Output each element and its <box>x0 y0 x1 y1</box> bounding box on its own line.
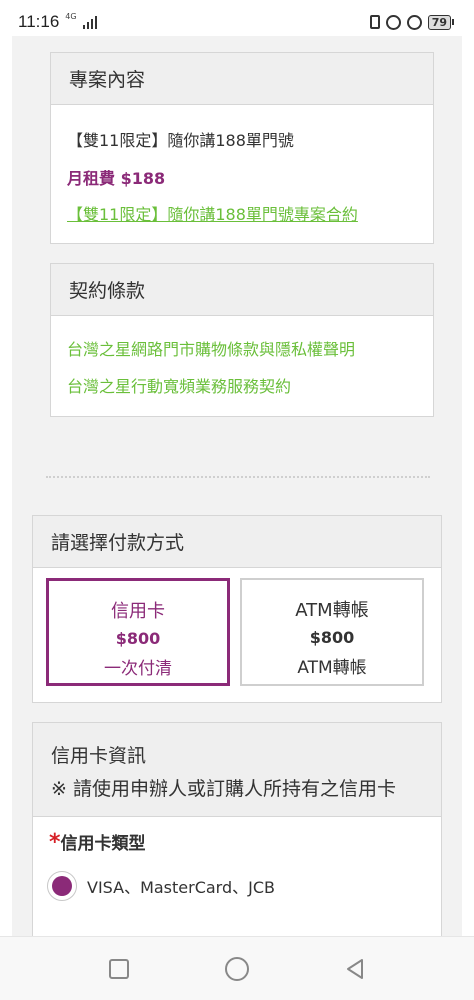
required-mark: * <box>49 830 61 855</box>
card-type-label-text: 信用卡類型 <box>60 834 146 854</box>
credit-card-info-box: 信用卡資訊 ※ 請使用申辦人或訂購人所持有之信用卡 *信用卡類型 VISA、Ma… <box>32 722 442 952</box>
section-divider <box>46 476 430 478</box>
lock-rotation-icon <box>385 14 401 30</box>
option-title: 信用卡 <box>111 601 165 622</box>
card-type-option[interactable]: VISA、MasterCard、JCB <box>47 871 275 901</box>
radio-button[interactable] <box>47 871 77 901</box>
navigation-bar <box>0 936 474 1000</box>
alarm-icon <box>406 14 422 30</box>
option-subtitle: 一次付清 <box>104 659 172 679</box>
home-icon[interactable] <box>217 949 257 989</box>
back-icon[interactable] <box>335 949 375 989</box>
payment-method-title: 請選擇付款方式 <box>33 516 441 568</box>
status-left: 11:16 4G <box>18 11 98 32</box>
contract-terms-title: 契約條款 <box>51 264 433 316</box>
project-contract-link[interactable]: 【雙11限定】隨你講188單門號專案合約 <box>67 201 358 225</box>
credit-card-info-header: 信用卡資訊 ※ 請使用申辦人或訂購人所持有之信用卡 <box>33 723 441 817</box>
option-price: $800 <box>115 629 161 648</box>
vibrate-icon <box>369 15 380 29</box>
battery-level: 79 <box>427 14 451 30</box>
credit-card-note: ※ 請使用申辦人或訂購人所持有之信用卡 <box>51 778 396 800</box>
option-price: $800 <box>309 628 355 647</box>
credit-card-info-title: 信用卡資訊 <box>51 745 147 767</box>
card-type-option-label: VISA、MasterCard、JCB <box>87 878 276 897</box>
option-title: ATM轉帳 <box>295 600 369 621</box>
project-content-title: 專案內容 <box>51 53 433 105</box>
status-right: 79 <box>369 14 454 30</box>
status-time: 11:16 <box>18 12 60 31</box>
broadband-service-contract-link[interactable]: 台灣之星行動寬頻業務服務契約 <box>67 373 291 397</box>
option-subtitle: ATM轉帳 <box>297 658 367 678</box>
payment-option-credit-card[interactable]: 信用卡 $800 一次付清 <box>46 578 230 686</box>
signal-icon <box>82 15 98 29</box>
shopping-terms-privacy-link[interactable]: 台灣之星網路門市購物條款與隱私權聲明 <box>67 336 355 360</box>
card-type-label: *信用卡類型 <box>49 829 146 855</box>
payment-method-box: 請選擇付款方式 信用卡 $800 一次付清 ATM轉帳 $800 ATM轉帳 <box>32 515 442 703</box>
recent-apps-icon[interactable] <box>99 949 139 989</box>
payment-option-atm[interactable]: ATM轉帳 $800 ATM轉帳 <box>240 578 424 686</box>
contract-terms-box: 契約條款 台灣之星網路門市購物條款與隱私權聲明 台灣之星行動寬頻業務服務契約 <box>50 263 434 417</box>
battery-icon: 79 <box>427 14 454 30</box>
plan-name: 【雙11限定】隨你講188單門號 <box>67 131 294 150</box>
project-content-box: 專案內容 【雙11限定】隨你講188單門號 月租費 $188 【雙11限定】隨你… <box>50 52 434 244</box>
network-type: 4G <box>65 11 77 21</box>
monthly-fee: 月租費 $188 <box>67 169 166 188</box>
radio-selected-dot <box>52 876 72 896</box>
